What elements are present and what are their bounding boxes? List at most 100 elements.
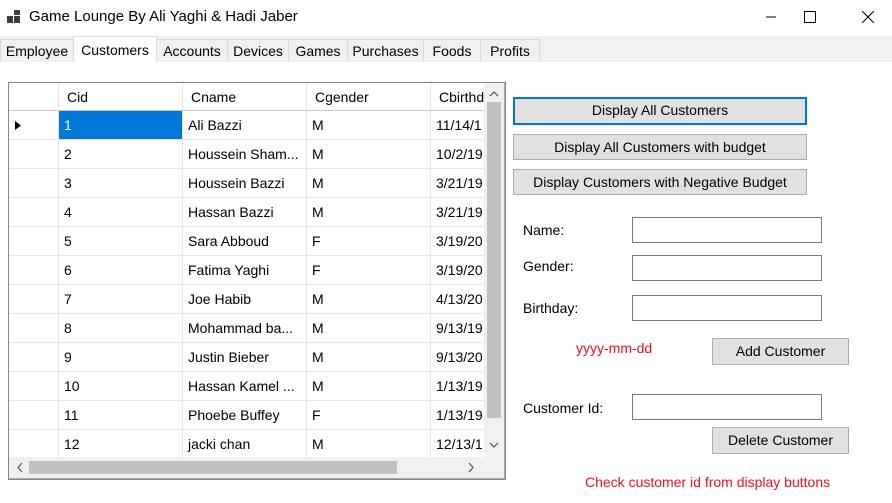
cell-cname[interactable]: Houssein Bazzi (183, 169, 307, 198)
cell-cgender[interactable]: M (307, 343, 431, 372)
maximize-button[interactable] (787, 0, 833, 34)
cell-cid[interactable]: 3 (59, 169, 183, 198)
cell-cname[interactable]: Joe Habib (183, 285, 307, 314)
table-row[interactable]: 5 Sara Abboud F 3/19/20 (9, 227, 484, 256)
cell-cgender[interactable]: F (307, 256, 431, 285)
cell-cid[interactable]: 6 (59, 256, 183, 285)
column-header-cgender[interactable]: Cgender (307, 83, 431, 111)
cell-cgender[interactable]: F (307, 401, 431, 430)
cell-cgender[interactable]: M (307, 169, 431, 198)
cell-cname[interactable]: Mohammad ba... (183, 314, 307, 343)
column-header-cid[interactable]: Cid (59, 83, 183, 111)
table-row[interactable]: 1 Ali Bazzi M 11/14/1 (9, 111, 484, 140)
table-row[interactable]: 12 jacki chan M 12/13/1 (9, 430, 484, 457)
cell-cid[interactable]: 7 (59, 285, 183, 314)
cell-cbirthday[interactable]: 9/13/20 (431, 343, 484, 372)
table-row[interactable]: 6 Fatima Yaghi F 3/19/20 (9, 256, 484, 285)
cell-cid[interactable]: 1 (59, 111, 183, 140)
add-customer-button[interactable]: Add Customer (712, 338, 849, 365)
tab-games[interactable]: Games (288, 39, 348, 61)
delete-customer-button[interactable]: Delete Customer (712, 427, 849, 454)
cell-cid[interactable]: 10 (59, 372, 183, 401)
tab-customers[interactable]: Customers (73, 36, 157, 63)
row-header[interactable] (9, 140, 59, 169)
row-header[interactable] (9, 111, 59, 140)
cell-cid[interactable]: 4 (59, 198, 183, 227)
cell-cname[interactable]: Hassan Bazzi (183, 198, 307, 227)
row-header[interactable] (9, 285, 59, 314)
table-row[interactable]: 8 Mohammad ba... M 9/13/19 (9, 314, 484, 343)
display-negative-budget-button[interactable]: Display Customers with Negative Budget (513, 169, 807, 195)
cell-cgender[interactable]: F (307, 227, 431, 256)
vertical-scrollbar[interactable] (484, 83, 504, 457)
close-button[interactable] (845, 0, 891, 34)
row-header[interactable] (9, 256, 59, 285)
cell-cgender[interactable]: M (307, 285, 431, 314)
cell-cbirthday[interactable]: 3/21/19 (431, 198, 484, 227)
table-row[interactable]: 11 Phoebe Buffey F 1/13/19 (9, 401, 484, 430)
cell-cbirthday[interactable]: 1/13/19 (431, 401, 484, 430)
cell-cbirthday[interactable]: 10/2/19 (431, 140, 484, 169)
cell-cbirthday[interactable]: 3/19/20 (431, 227, 484, 256)
customer-id-input[interactable] (632, 394, 822, 420)
cell-cname[interactable]: Ali Bazzi (183, 111, 307, 140)
cell-cname[interactable]: Fatima Yaghi (183, 256, 307, 285)
cell-cname[interactable]: Hassan Kamel ... (183, 372, 307, 401)
table-row[interactable]: 9 Justin Bieber M 9/13/20 (9, 343, 484, 372)
cell-cname[interactable]: jacki chan (183, 430, 307, 457)
tab-profits[interactable]: Profits (480, 39, 540, 61)
cell-cgender[interactable]: M (307, 198, 431, 227)
table-row[interactable]: 7 Joe Habib M 4/13/20 (9, 285, 484, 314)
table-row[interactable]: 3 Houssein Bazzi M 3/21/19 (9, 169, 484, 198)
title-bar: Game Lounge By Ali Yaghi & Hadi Jaber (0, 0, 892, 34)
table-row[interactable]: 2 Houssein Sham... M 10/2/19 (9, 140, 484, 169)
cell-cgender[interactable]: M (307, 314, 431, 343)
row-header[interactable] (9, 169, 59, 198)
cell-cid[interactable]: 11 (59, 401, 183, 430)
cell-cbirthday[interactable]: 3/21/19 (431, 169, 484, 198)
cell-cbirthday[interactable]: 1/13/19 (431, 372, 484, 401)
cell-cname[interactable]: Justin Bieber (183, 343, 307, 372)
cell-cbirthday[interactable]: 11/14/1 (431, 111, 484, 140)
cell-cbirthday[interactable]: 9/13/19 (431, 314, 484, 343)
cell-cbirthday[interactable]: 12/13/1 (431, 430, 484, 457)
table-row[interactable]: 4 Hassan Bazzi M 3/21/19 (9, 198, 484, 227)
cell-cbirthday[interactable]: 4/13/20 (431, 285, 484, 314)
cell-cgender[interactable]: M (307, 430, 431, 457)
tab-foods[interactable]: Foods (423, 39, 481, 61)
row-header[interactable] (9, 430, 59, 457)
row-header[interactable] (9, 343, 59, 372)
tab-purchases[interactable]: Purchases (347, 39, 424, 61)
table-row[interactable]: 10 Hassan Kamel ... M 1/13/19 (9, 372, 484, 401)
display-customers-budget-button[interactable]: Display All Customers with budget (513, 134, 807, 160)
tab-employee[interactable]: Employee (0, 39, 74, 61)
row-header[interactable] (9, 401, 59, 430)
cell-cgender[interactable]: M (307, 140, 431, 169)
column-header-cbirthday[interactable]: Cbirthday (431, 83, 484, 111)
tab-devices[interactable]: Devices (227, 39, 289, 61)
column-header-cname[interactable]: Cname (183, 83, 307, 111)
cell-cid[interactable]: 8 (59, 314, 183, 343)
display-all-customers-button[interactable]: Display All Customers (513, 97, 807, 125)
row-header[interactable] (9, 372, 59, 401)
tab-accounts[interactable]: Accounts (156, 39, 228, 61)
customers-grid[interactable]: Cid Cname Cgender Cbirthday 1 Ali Bazzi … (8, 82, 506, 480)
row-header[interactable] (9, 198, 59, 227)
gender-input[interactable] (632, 255, 822, 281)
cell-cgender[interactable]: M (307, 372, 431, 401)
cell-cid[interactable]: 12 (59, 430, 183, 457)
cell-cbirthday[interactable]: 3/19/20 (431, 256, 484, 285)
cell-cname[interactable]: Phoebe Buffey (183, 401, 307, 430)
cell-cid[interactable]: 2 (59, 140, 183, 169)
cell-cname[interactable]: Sara Abboud (183, 227, 307, 256)
horizontal-scrollbar[interactable] (9, 457, 484, 478)
cell-cid[interactable]: 9 (59, 343, 183, 372)
row-header[interactable] (9, 227, 59, 256)
cell-cid[interactable]: 5 (59, 227, 183, 256)
birthday-input[interactable] (632, 295, 822, 321)
cell-cgender[interactable]: M (307, 111, 431, 140)
row-header[interactable] (9, 314, 59, 343)
name-input[interactable] (632, 217, 822, 243)
cell-cname[interactable]: Houssein Sham... (183, 140, 307, 169)
date-format-hint: yyyy-mm-dd (576, 340, 653, 356)
